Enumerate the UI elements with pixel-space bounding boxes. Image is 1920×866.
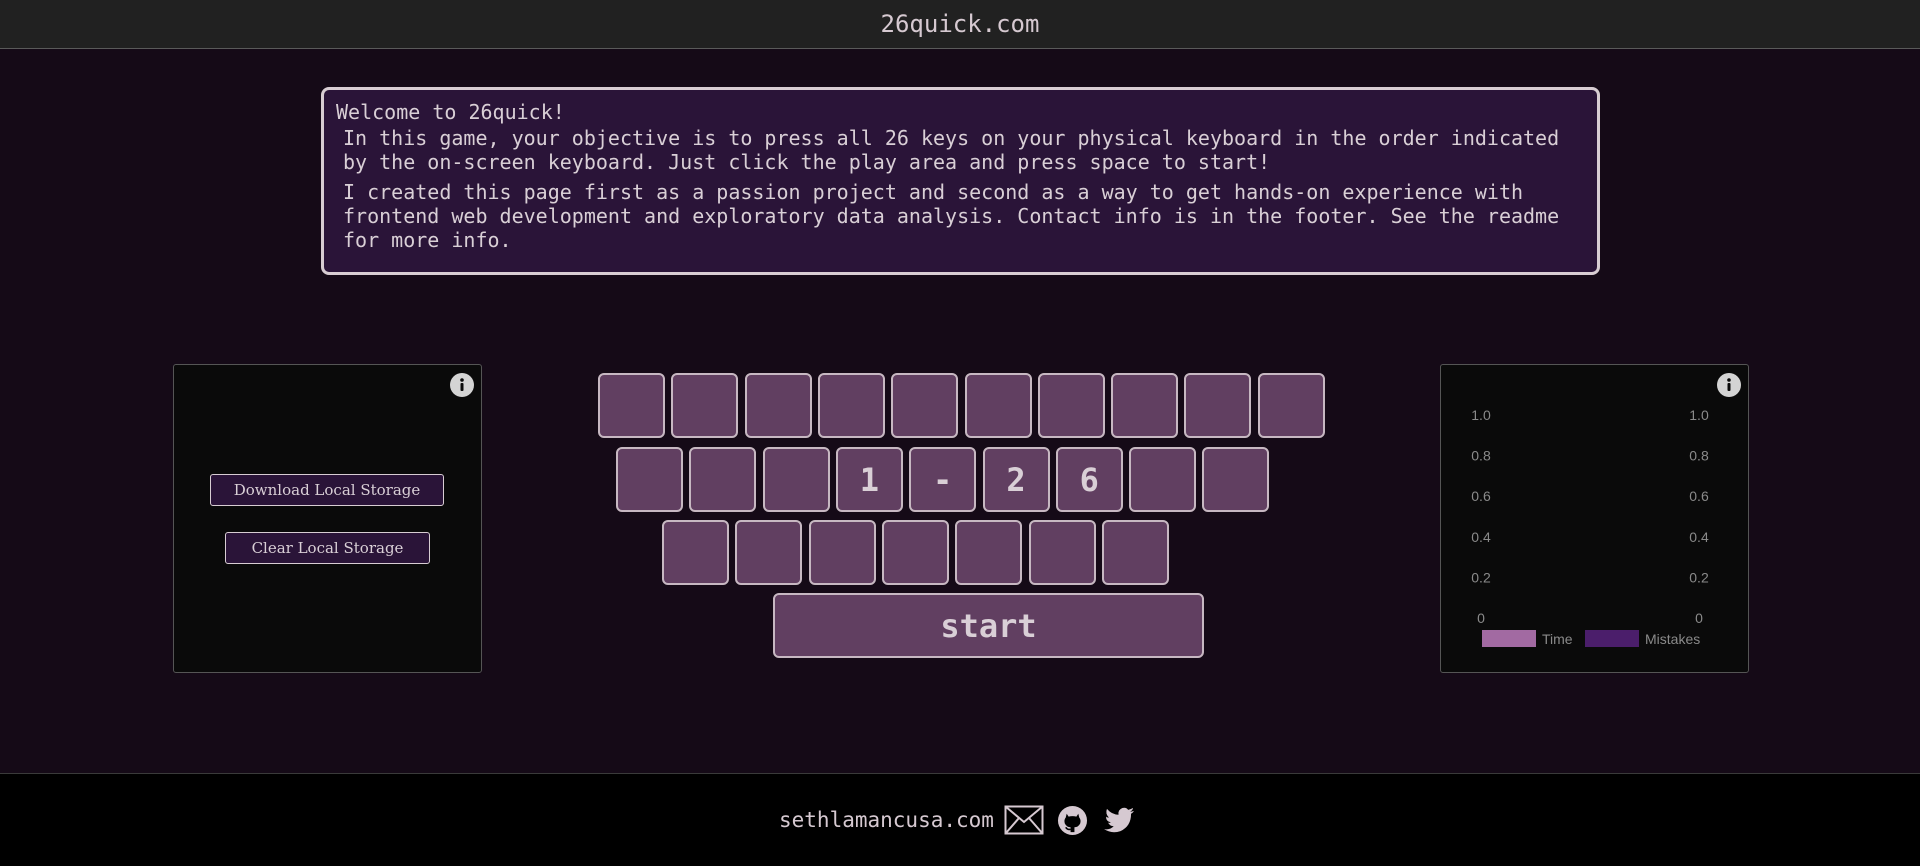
keyboard-key[interactable]: [1257, 373, 1325, 438]
download-local-storage-button[interactable]: Download Local Storage: [210, 474, 444, 506]
keyboard-key[interactable]: 6: [1055, 447, 1123, 512]
welcome-paragraph-1: In this game, your objective is to press…: [343, 126, 1560, 174]
stats-panel: 1.0 0.8 0.6 0.4 0.2 0 1.0 0.8 0.6 0.4 0.2 0 Time Mist…: [1440, 364, 1749, 673]
keyboard-key[interactable]: [891, 373, 959, 438]
y-tick-label-left: 0.2: [1471, 569, 1491, 585]
y-tick-label-left: 0.4: [1471, 529, 1491, 545]
mail-icon[interactable]: [1004, 804, 1044, 836]
keyboard-key[interactable]: -: [909, 447, 977, 512]
y-tick-label-right: 0.8: [1689, 448, 1709, 464]
keyboard-key[interactable]: [598, 373, 665, 438]
y-tick-label-left: 1.0: [1471, 407, 1491, 423]
welcome-title: Welcome to 26quick!: [336, 100, 565, 124]
keyboard-key[interactable]: [1202, 447, 1270, 512]
keyboard-key[interactable]: [955, 520, 1023, 585]
site-title[interactable]: 26quick.com: [881, 10, 1040, 38]
stats-chart: 1.0 0.8 0.6 0.4 0.2 0 1.0 0.8 0.6 0.4 0.2 0 Time Mist…: [1471, 407, 1709, 647]
legend-label[interactable]: Time: [1542, 631, 1573, 647]
keyboard-key[interactable]: [1129, 447, 1197, 512]
keyboard-key[interactable]: 1: [835, 447, 903, 512]
y-tick-label-left: 0: [1477, 610, 1485, 626]
y-tick-label-right: 0.6: [1689, 488, 1709, 504]
y-tick-label-left: 0.8: [1471, 448, 1491, 464]
keyboard-key[interactable]: [735, 520, 803, 585]
keyboard-key[interactable]: [817, 373, 885, 438]
y-tick-label-right: 0.4: [1689, 529, 1709, 545]
keyboard-key[interactable]: [671, 373, 739, 438]
y-tick-label-right: 1.0: [1689, 407, 1709, 423]
y-tick-label-left: 0.6: [1471, 488, 1491, 504]
twitter-icon[interactable]: [1103, 804, 1136, 837]
welcome-paragraph-2: I created this page first as a passion p…: [343, 180, 1560, 252]
github-icon[interactable]: [1056, 804, 1089, 837]
keyboard-key[interactable]: [689, 447, 757, 512]
keyboard-key[interactable]: [762, 447, 830, 512]
storage-panel: Download Local Storage Clear Local Stora…: [173, 364, 482, 673]
keyboard-key[interactable]: [744, 373, 812, 438]
legend-label[interactable]: Mistakes: [1645, 631, 1700, 647]
clear-local-storage-button[interactable]: Clear Local Storage: [225, 532, 430, 564]
y-tick-label-right: 0.2: [1689, 569, 1709, 585]
legend-swatch: [1482, 630, 1536, 647]
keyboard-key[interactable]: [881, 520, 949, 585]
keyboard-key[interactable]: 2: [982, 447, 1050, 512]
keyboard-key[interactable]: [1037, 373, 1105, 438]
info-icon[interactable]: [450, 373, 474, 397]
y-tick-label-right: 0: [1695, 610, 1703, 626]
keyboard-key[interactable]: [808, 520, 876, 585]
keyboard-key[interactable]: [1101, 520, 1169, 585]
site-footer: sethlamancusa.com: [0, 773, 1920, 866]
keyboard-key[interactable]: [1111, 373, 1179, 438]
keyboard-key[interactable]: [1184, 373, 1252, 438]
keyboard-key[interactable]: [662, 520, 729, 585]
info-icon-glyph: [460, 378, 464, 391]
site-header: 26quick.com: [0, 0, 1920, 49]
keyboard-key[interactable]: [964, 373, 1032, 438]
keyboard-key[interactable]: [616, 447, 683, 512]
legend-swatch: [1585, 630, 1639, 647]
start-key[interactable]: start: [773, 593, 1204, 658]
footer-link[interactable]: sethlamancusa.com: [779, 808, 994, 832]
welcome-box: Welcome to 26quick! In this game, your o…: [321, 87, 1600, 275]
keyboard-key[interactable]: [1028, 520, 1096, 585]
